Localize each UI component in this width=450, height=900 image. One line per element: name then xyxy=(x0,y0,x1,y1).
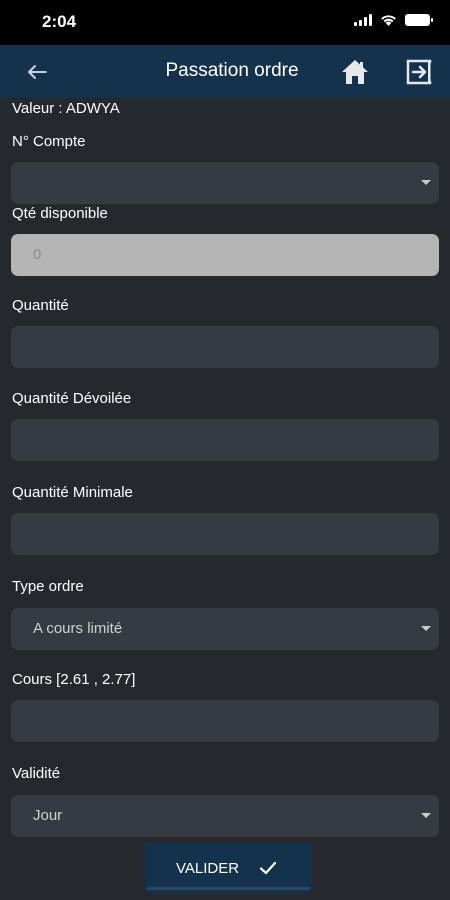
price-input[interactable] xyxy=(11,700,439,742)
order-type-select[interactable]: A cours limité xyxy=(11,608,439,650)
available-qty-label: Qté disponible xyxy=(12,205,108,222)
checkmark-icon xyxy=(259,861,277,875)
price-label: Cours [2.61 , 2.77] xyxy=(12,671,136,688)
wifi-icon xyxy=(381,15,396,26)
account-select[interactable] xyxy=(11,162,439,204)
quantity-label: Quantité xyxy=(12,297,69,314)
validate-button[interactable]: VALIDER xyxy=(145,843,312,893)
disclosed-qty-input[interactable] xyxy=(11,419,439,461)
security-name: Valeur : ADWYA xyxy=(12,100,120,117)
status-icons xyxy=(354,14,433,26)
order-type-label: Type ordre xyxy=(12,578,84,595)
home-icon[interactable] xyxy=(340,57,370,87)
disclosed-qty-label: Quantité Dévoilée xyxy=(12,390,132,407)
app-bar: Passation ordre xyxy=(0,45,450,98)
available-qty-value: 0 xyxy=(33,246,42,263)
validity-label: Validité xyxy=(12,765,61,782)
validate-button-label: VALIDER xyxy=(176,860,240,877)
chevron-down-icon xyxy=(421,180,431,185)
logout-icon[interactable] xyxy=(404,58,434,86)
validity-select[interactable]: Jour xyxy=(11,795,439,837)
chevron-down-icon xyxy=(421,813,431,818)
minimum-qty-label: Quantité Minimale xyxy=(12,484,133,501)
page-title: Passation ordre xyxy=(165,60,299,81)
account-label: N° Compte xyxy=(12,133,86,150)
battery-icon xyxy=(405,14,433,26)
quantity-input[interactable] xyxy=(11,326,439,368)
status-bar: 2:04 xyxy=(0,0,450,45)
cellular-signal-icon xyxy=(354,14,372,26)
order-type-select-value: A cours limité xyxy=(33,620,123,637)
available-qty-field: 0 xyxy=(11,234,439,276)
validity-select-value: Jour xyxy=(33,807,63,824)
status-time: 2:04 xyxy=(42,12,77,31)
button-underline xyxy=(147,887,310,890)
chevron-down-icon xyxy=(421,626,431,631)
minimum-qty-input[interactable] xyxy=(11,513,439,555)
